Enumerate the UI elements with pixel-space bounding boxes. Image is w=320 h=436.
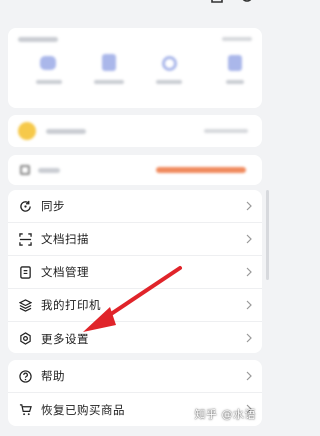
cart-icon [18,403,32,417]
menu-item-document-scan[interactable]: 文档扫描 [8,223,262,256]
settings-icon[interactable] [240,0,254,6]
chevron-right-icon [244,201,254,211]
chevron-right-icon [244,371,254,381]
top-bar [0,0,270,22]
menu-item-more-settings[interactable]: 更多设置 [8,322,262,355]
cloud-icon [40,56,56,70]
account-card[interactable] [8,155,262,185]
points-card[interactable] [8,115,262,147]
more-icon [228,55,242,71]
chevron-right-icon [244,267,254,277]
menu-item-label: 我的打印机 [41,298,101,312]
search-icon [162,56,177,71]
account-icon [20,165,30,175]
sync-icon [18,199,32,213]
menu-item-help[interactable]: 帮助 [8,360,262,393]
menu-item-label: 同步 [41,199,65,213]
menu-item-sync[interactable]: 同步 [8,190,262,223]
quick-feature-cloud[interactable] [30,54,70,94]
document-icon [102,54,116,71]
menu-item-document-manage[interactable]: 文档管理 [8,256,262,289]
watermark: 知乎 @水语 [194,408,256,421]
menu-group-main: 同步 文档扫描 文档管理 我的打印机 更多设置 [8,190,262,353]
chevron-right-icon [244,234,254,244]
gear-icon [18,332,32,346]
menu-item-label: 文档扫描 [41,232,89,246]
menu-item-label: 帮助 [41,369,65,383]
quick-feature-search[interactable] [150,54,190,94]
help-icon [18,369,32,383]
printer-layers-icon [18,298,32,312]
menu-item-my-printer[interactable]: 我的打印机 [8,289,262,322]
chevron-right-icon [244,333,254,343]
menu-item-label: 恢复已购买商品 [41,402,125,417]
menu-item-label: 文档管理 [41,265,89,279]
chevron-right-icon [244,300,254,310]
menu-item-label: 更多设置 [41,331,89,346]
coin-icon [18,122,36,140]
document-manage-icon [18,265,32,279]
quick-feature-more[interactable] [216,54,256,94]
share-icon[interactable] [210,0,224,6]
scan-icon [18,232,32,246]
quick-feature-document[interactable] [90,54,130,94]
quick-features-card [8,28,262,108]
scrollbar[interactable] [266,190,269,280]
